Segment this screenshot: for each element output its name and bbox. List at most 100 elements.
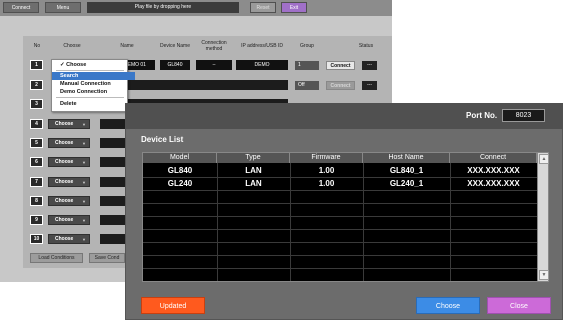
- row-divider: [143, 229, 537, 230]
- connect-menu-button[interactable]: Connect: [3, 2, 39, 13]
- type-cell: LAN: [245, 166, 262, 175]
- choose-dropdown[interactable]: Choose ▼: [48, 138, 90, 148]
- row-number: 2: [30, 80, 43, 90]
- chevron-down-icon: ▼: [82, 199, 86, 204]
- menu-item-manual-connection[interactable]: Manual Connection: [52, 80, 135, 88]
- menu-item-search[interactable]: Search: [52, 72, 135, 80]
- model-cell: GL840: [160, 60, 190, 70]
- col-header-firmware: Firmware: [290, 153, 363, 163]
- col-header-device-name: Device Name: [159, 43, 190, 49]
- scroll-up-arrow-icon[interactable]: ▲: [539, 154, 549, 164]
- choose-label: Choose: [55, 198, 74, 204]
- empty-row-cells: [100, 234, 125, 244]
- menu-item-choose[interactable]: ✓ Choose: [52, 61, 135, 69]
- row-number: 5: [30, 138, 43, 148]
- col-header-choose: Choose: [63, 43, 81, 49]
- row-divider: [143, 242, 537, 243]
- row-divider: [143, 268, 537, 269]
- group-select[interactable]: 1: [295, 61, 319, 70]
- menu-separator: [56, 70, 124, 71]
- empty-row-cells: [100, 177, 125, 187]
- status-indicator: ---: [362, 81, 377, 90]
- reset-button[interactable]: Reset: [250, 2, 276, 13]
- file-drop-area[interactable]: Play file by dropping here: [87, 2, 239, 13]
- row-number: 7: [30, 177, 43, 187]
- choose-label: Choose: [55, 217, 74, 223]
- save-conditions-button[interactable]: Save Cond: [89, 253, 125, 263]
- menu-separator: [56, 97, 124, 98]
- updated-button[interactable]: Updated: [141, 297, 205, 314]
- col-header-connection-method: Connection method: [201, 40, 227, 52]
- choose-label: Choose: [55, 159, 74, 165]
- method-cell: –: [196, 60, 232, 70]
- type-cell: LAN: [245, 179, 262, 188]
- col-header-ip: IP address/USB ID: [241, 43, 283, 49]
- col-header-status: Status: [358, 43, 374, 49]
- col-header-group: Group: [300, 43, 314, 49]
- choose-dropdown[interactable]: Choose ▼: [48, 196, 90, 206]
- table-row[interactable]: GL240 LAN 1.00 GL240_1 XXX.XXX.XXX: [143, 178, 537, 190]
- model-cell: GL240: [167, 179, 193, 188]
- choose-button[interactable]: Choose: [416, 297, 480, 314]
- model-cell: GL840: [167, 166, 193, 175]
- scroll-down-arrow-icon[interactable]: ▼: [539, 270, 549, 280]
- choose-dropdown-menu: ✓ Choose Search Manual Connection Demo C…: [51, 59, 135, 112]
- row-divider: [143, 203, 537, 204]
- load-conditions-button[interactable]: Load Conditions: [30, 253, 83, 263]
- chevron-down-icon: ▼: [82, 237, 86, 242]
- choose-dropdown[interactable]: Choose ▼: [48, 119, 90, 129]
- connect-button[interactable]: Connect: [326, 61, 355, 70]
- exit-button[interactable]: Exit: [281, 2, 307, 13]
- choose-dropdown[interactable]: Choose ▼: [48, 234, 90, 244]
- choose-label: Choose: [55, 140, 74, 146]
- dialog-header-bar: [125, 103, 563, 129]
- connect-cell: XXX.XXX.XXX: [467, 166, 520, 175]
- firmware-cell: 1.00: [318, 166, 335, 175]
- group-select[interactable]: Off: [295, 81, 319, 90]
- choose-dropdown[interactable]: Choose ▼: [48, 157, 90, 167]
- row-divider: [143, 255, 537, 256]
- table-scrollbar[interactable]: ▲ ▼: [537, 153, 549, 281]
- empty-row-cells: [100, 157, 125, 167]
- port-input[interactable]: 8023: [502, 109, 545, 122]
- chevron-down-icon: ▼: [82, 122, 86, 127]
- ip-cell: DEMO: [236, 60, 288, 70]
- row-number: 6: [30, 157, 43, 167]
- menu-item-demo-connection[interactable]: Demo Connection: [52, 88, 135, 96]
- choose-label: Choose: [55, 179, 74, 185]
- col-header-name: Name: [120, 43, 134, 49]
- chevron-down-icon: ▼: [82, 218, 86, 223]
- row-number: 1: [30, 60, 43, 70]
- port-label: Port No.: [466, 111, 498, 120]
- chevron-down-icon: ▼: [82, 180, 86, 185]
- col-header-model: Model: [143, 153, 217, 163]
- menu-item-delete[interactable]: Delete: [52, 100, 135, 108]
- row-divider: [143, 216, 537, 217]
- empty-row-cells: [100, 215, 125, 225]
- choose-dropdown[interactable]: Choose ▼: [48, 215, 90, 225]
- row-number: 4: [30, 119, 43, 129]
- close-button[interactable]: Close: [487, 297, 551, 314]
- row-number: 3: [30, 99, 43, 109]
- group-select-value: Off: [298, 82, 305, 88]
- choose-label: Choose: [55, 121, 74, 127]
- choose-label: Choose: [55, 236, 74, 242]
- row-number: 8: [30, 196, 43, 206]
- menu-button[interactable]: Menu: [45, 2, 81, 13]
- row-divider: [143, 190, 537, 191]
- host-name-cell: GL240_1: [389, 179, 424, 188]
- choose-dropdown[interactable]: Choose ▼: [48, 177, 90, 187]
- col-header-no: No: [33, 43, 41, 49]
- empty-row-cells: [100, 138, 125, 148]
- host-name-cell: GL840_1: [389, 166, 424, 175]
- chevron-down-icon: ▼: [82, 160, 86, 165]
- empty-row-cells: [128, 80, 288, 90]
- row-number: 10: [30, 234, 43, 244]
- status-indicator: ---: [362, 61, 377, 70]
- table-row[interactable]: GL840 LAN 1.00 GL840_1 XXX.XXX.XXX: [143, 165, 537, 177]
- connect-button[interactable]: Connect: [326, 81, 355, 90]
- firmware-cell: 1.00: [318, 179, 335, 188]
- empty-row-cells: [100, 119, 125, 129]
- chevron-down-icon: ▼: [82, 141, 86, 146]
- col-header-type: Type: [217, 153, 290, 163]
